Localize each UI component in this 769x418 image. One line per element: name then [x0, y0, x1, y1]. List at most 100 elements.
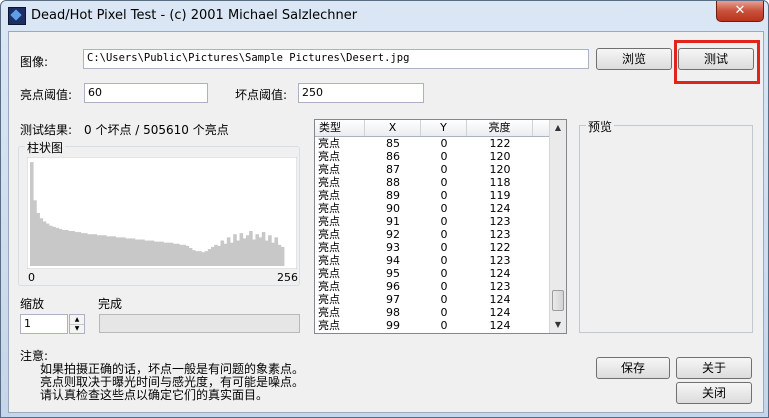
table-row[interactable]: 亮点 98 0 124: [315, 306, 566, 319]
zoom-spinner[interactable]: ▲ ▼: [69, 314, 85, 334]
histogram-bar: [118, 237, 123, 266]
table-row[interactable]: 亮点 95 0 124: [315, 267, 566, 280]
table-row[interactable]: 亮点 88 0 118: [315, 176, 566, 189]
save-button[interactable]: 保存: [596, 357, 670, 379]
cell-brightness: 119: [489, 189, 511, 202]
histogram-bar: [45, 223, 50, 266]
histogram-bar: [179, 244, 183, 266]
table-row[interactable]: 亮点 86 0 120: [315, 150, 566, 163]
histogram-bar: [274, 237, 279, 266]
browse-button[interactable]: 浏览: [596, 48, 672, 70]
cell-x: 87: [386, 163, 400, 176]
image-path-input[interactable]: C:\Users\Public\Pictures\Sample Pictures…: [83, 49, 589, 69]
cell-brightness: 123: [489, 280, 511, 293]
close-button[interactable]: 关闭: [676, 382, 752, 404]
cell-type: 亮点: [318, 176, 340, 189]
cell-y: 0: [440, 228, 448, 241]
histogram-bar: [30, 162, 34, 266]
header-brightness[interactable]: 亮度: [467, 120, 533, 136]
pixel-table[interactable]: 类型 X Y 亮度 亮点 85 0 122 亮点 86 0 120 亮点 87 0 120 亮点 88 0 1…: [314, 119, 567, 334]
histogram-bar: [61, 229, 66, 266]
table-row[interactable]: 亮点 89 0 119: [315, 189, 566, 202]
scroll-down-icon[interactable]: ▼: [550, 317, 566, 333]
dialog-client: 图像: C:\Users\Public\Pictures\Sample Pict…: [8, 31, 764, 413]
scroll-up-icon[interactable]: ▲: [550, 120, 566, 136]
cell-brightness: 123: [489, 228, 511, 241]
histogram-bar: [99, 235, 104, 266]
histogram-bar: [191, 250, 196, 266]
table-row[interactable]: 亮点 87 0 120: [315, 163, 566, 176]
cell-y: 0: [440, 241, 448, 254]
histogram-bar: [141, 239, 145, 266]
histogram-bar: [36, 213, 40, 266]
table-row[interactable]: 亮点 92 0 123: [315, 228, 566, 241]
dead-threshold-input[interactable]: 250: [298, 83, 424, 103]
histogram-bar: [201, 252, 206, 266]
cell-brightness: 122: [489, 241, 511, 254]
histogram-bar: [166, 242, 171, 266]
histogram-bar: [264, 240, 269, 266]
cell-x: 89: [386, 189, 400, 202]
table-row[interactable]: 亮点 90 0 124: [315, 202, 566, 215]
histogram-bar: [71, 231, 75, 266]
histogram-bar: [271, 242, 275, 266]
progress-label: 完成: [98, 297, 123, 311]
table-row[interactable]: 亮点 85 0 122: [315, 137, 566, 150]
histogram-chart: [27, 157, 297, 269]
cell-y: 0: [440, 215, 448, 228]
zoom-down-icon[interactable]: ▼: [70, 324, 84, 333]
cell-brightness: 123: [489, 254, 511, 267]
table-row[interactable]: 亮点 93 0 122: [315, 241, 566, 254]
histogram-bar: [144, 240, 148, 266]
cell-type: 亮点: [318, 137, 340, 150]
histogram-bar: [125, 238, 129, 266]
cell-y: 0: [440, 306, 448, 319]
cell-y: 0: [440, 293, 448, 306]
table-header: 类型 X Y 亮度: [315, 120, 566, 137]
histogram-bar: [68, 231, 72, 266]
histogram-bar: [147, 240, 152, 266]
histogram-bar: [204, 251, 209, 266]
histogram-bar: [230, 242, 234, 266]
title-bar[interactable]: Dead/Hot Pixel Test - (c) 2001 Michael S…: [1, 1, 768, 31]
header-type[interactable]: 类型: [315, 120, 365, 136]
dead-threshold-label: 坏点阈值:: [235, 88, 288, 102]
table-row[interactable]: 亮点 96 0 123: [315, 280, 566, 293]
cell-y: 0: [440, 189, 448, 202]
histogram-bar: [160, 241, 164, 266]
histogram-bar: [195, 251, 199, 266]
cell-x: 98: [386, 306, 400, 319]
table-row[interactable]: 亮点 97 0 124: [315, 293, 566, 306]
histogram-bar: [74, 232, 79, 266]
histogram-bar: [87, 234, 91, 266]
histogram-bar: [169, 242, 174, 266]
app-window: Dead/Hot Pixel Test - (c) 2001 Michael S…: [0, 0, 769, 418]
table-row[interactable]: 亮点 91 0 123: [315, 215, 566, 228]
bright-threshold-input[interactable]: 60: [84, 83, 208, 103]
table-row[interactable]: 亮点 94 0 123: [315, 254, 566, 267]
about-button[interactable]: 关于: [676, 357, 752, 379]
progress-bar: [99, 314, 300, 333]
histogram-bar: [172, 243, 177, 266]
scroll-thumb[interactable]: [552, 290, 564, 311]
histogram-bar: [214, 244, 218, 266]
histogram-min-label: 0: [28, 271, 35, 284]
table-row[interactable]: 亮点 99 0 124: [315, 319, 566, 332]
histogram-bar: [185, 245, 190, 266]
histogram-bar: [223, 243, 228, 266]
window-close-button[interactable]: ✕: [716, 1, 764, 22]
cell-x: 95: [386, 267, 400, 280]
histogram-title: 柱状图: [25, 139, 66, 156]
image-label: 图像:: [20, 55, 49, 69]
histogram-bar: [42, 221, 47, 266]
cell-brightness: 120: [489, 163, 511, 176]
histogram-bar: [258, 237, 263, 266]
cell-brightness: 124: [489, 306, 511, 319]
header-y[interactable]: Y: [421, 120, 467, 136]
cell-type: 亮点: [318, 163, 340, 176]
zoom-input[interactable]: 1: [20, 314, 68, 334]
table-scrollbar[interactable]: ▲ ▼: [549, 120, 566, 333]
histogram-bar: [90, 234, 94, 266]
histogram-bar: [157, 241, 161, 266]
header-x[interactable]: X: [365, 120, 421, 136]
